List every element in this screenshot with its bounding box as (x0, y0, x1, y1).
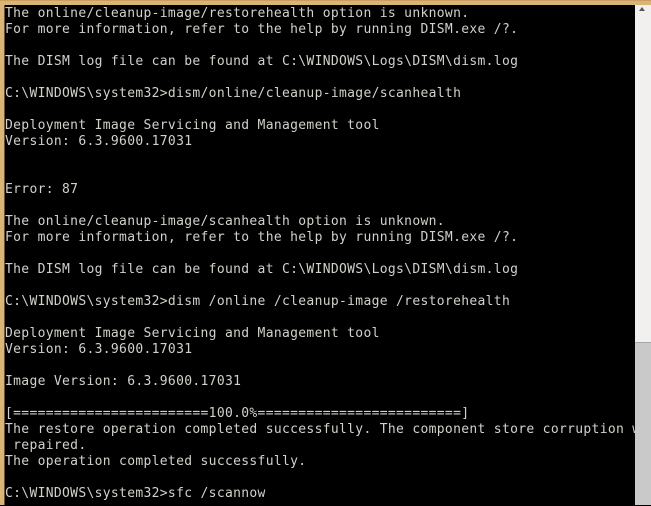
console-line: repaired. (5, 438, 87, 453)
vertical-scrollbar[interactable] (635, 5, 651, 505)
console-line: Error: 87 (5, 182, 79, 197)
console-line: The DISM log file can be found at C:\WIN… (5, 54, 519, 69)
command-prompt-window[interactable]: The online/cleanup-image/restorehealth o… (0, 0, 651, 505)
console-line: For more information, refer to the help … (5, 230, 519, 245)
console-line: C:\WINDOWS\system32>dism /online /cleanu… (5, 294, 511, 309)
scrollbar-divider (635, 342, 651, 343)
console-line: The DISM log file can be found at C:\WIN… (5, 262, 519, 277)
console-output-area[interactable]: The online/cleanup-image/restorehealth o… (5, 5, 635, 506)
console-line: Deployment Image Servicing and Managemen… (5, 326, 380, 341)
console-line: C:\WINDOWS\system32>sfc /scannow (5, 486, 266, 501)
console-line: For more information, refer to the help … (5, 22, 519, 37)
console-line: Version: 6.3.9600.17031 (5, 134, 193, 149)
console-line: The operation completed successfully. (5, 454, 307, 469)
console-line: Deployment Image Servicing and Managemen… (5, 118, 380, 133)
console-line: The restore operation completed successf… (5, 422, 635, 437)
console-line: Version: 6.3.9600.17031 (5, 342, 193, 357)
console-line: The online/cleanup-image/scanhealth opti… (5, 214, 445, 229)
triangle-up-icon[interactable] (639, 7, 645, 11)
scrollbar-track[interactable] (635, 342, 651, 505)
scrollbar-thumb[interactable] (635, 5, 651, 342)
console-line: [========================100.0%=========… (5, 406, 470, 421)
console-line: C:\WINDOWS\system32>dism/online/cleanup-… (5, 86, 462, 101)
console-line: Image Version: 6.3.9600.17031 (5, 374, 242, 389)
console-line: The online/cleanup-image/restorehealth o… (5, 6, 470, 21)
window-border-top-highlight (0, 0, 651, 1)
